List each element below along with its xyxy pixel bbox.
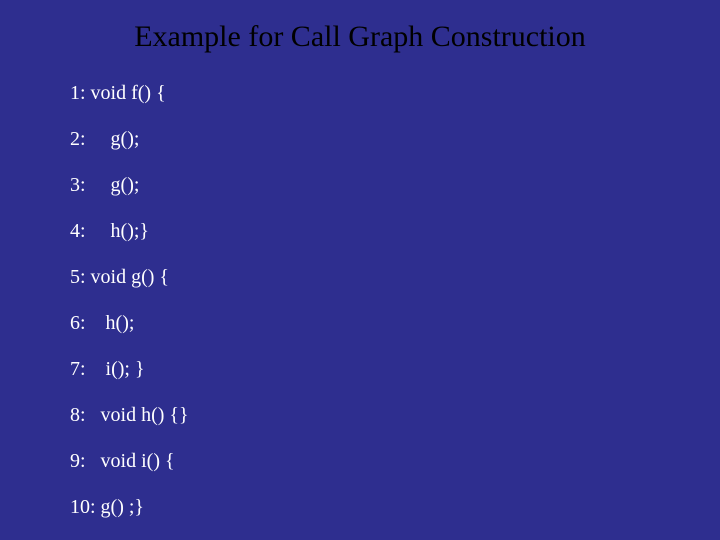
code-line-3: 3: g(); — [70, 174, 660, 197]
slide-title: Example for Call Graph Construction — [60, 20, 660, 54]
code-line-8: 8: void h() {} — [70, 404, 660, 427]
code-line-1: 1: void f() { — [70, 82, 660, 105]
code-line-9: 9: void i() { — [70, 450, 660, 473]
code-listing: 1: void f() { 2: g(); 3: g(); 4: h();} 5… — [70, 82, 660, 519]
code-line-5: 5: void g() { — [70, 266, 660, 289]
code-line-10: 10: g() ;} — [70, 496, 660, 519]
code-line-6: 6: h(); — [70, 312, 660, 335]
code-line-7: 7: i(); } — [70, 358, 660, 381]
code-line-2: 2: g(); — [70, 128, 660, 151]
code-line-4: 4: h();} — [70, 220, 660, 243]
